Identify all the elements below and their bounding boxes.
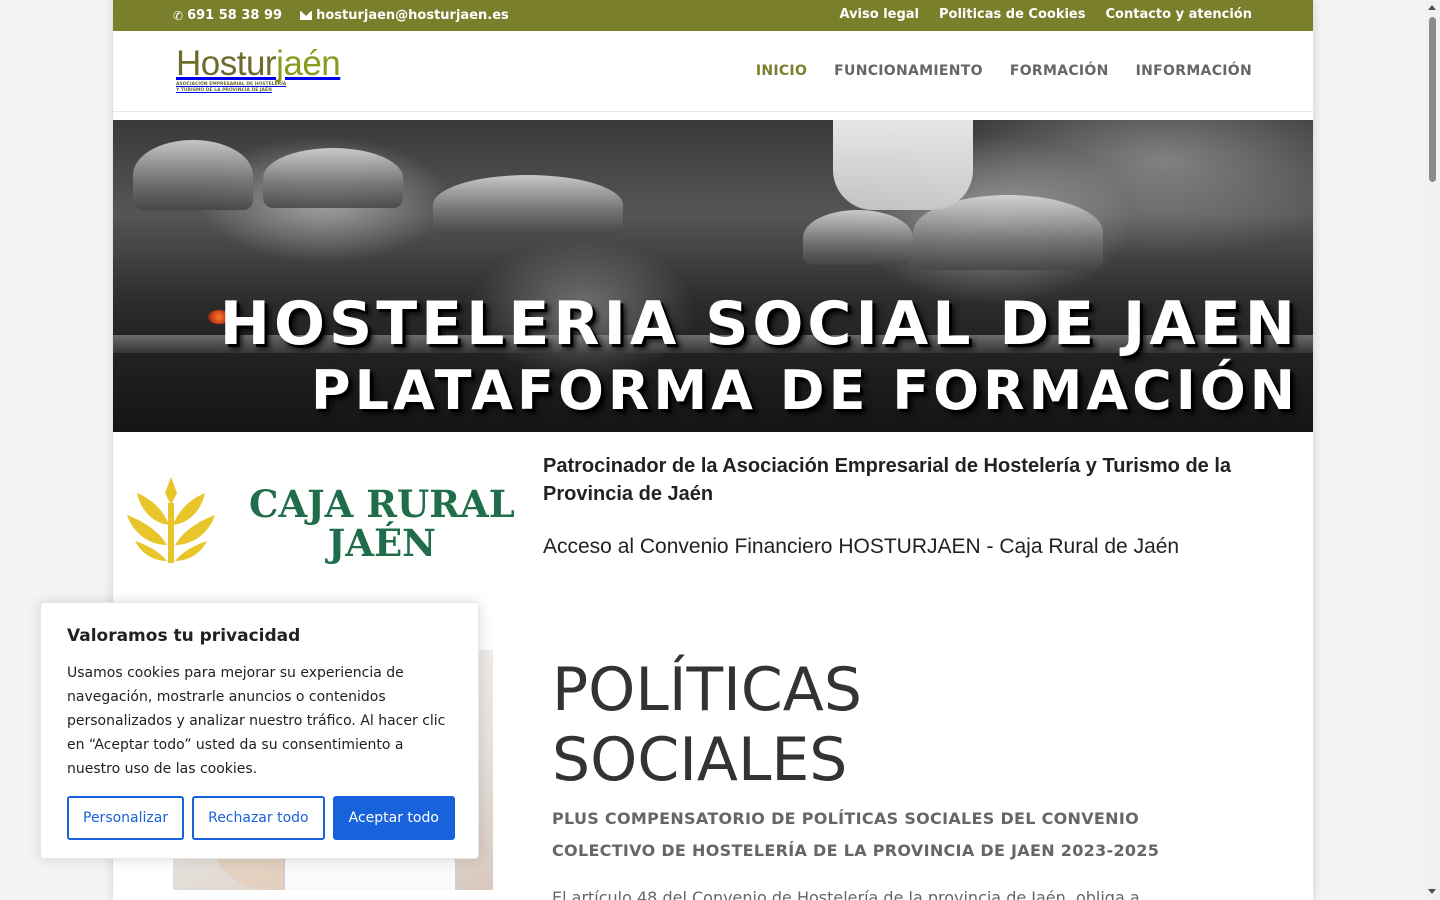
customize-button[interactable]: Personalizar: [67, 796, 185, 840]
email-address: hosturjaen@hosturjaen.es: [316, 8, 509, 23]
scroll-thumb[interactable]: [1429, 17, 1436, 182]
sponsor-name: CAJA RURAL JAÉN: [249, 482, 515, 565]
hero-title-line2: PLATAFORMA DE FORMACIÓN: [311, 359, 1299, 422]
hero-title-line1: HOSTELERIA SOCIAL DE JAEN: [219, 289, 1299, 359]
nav-item-inicio[interactable]: INICIO: [756, 63, 807, 79]
site-logo[interactable]: Hosturjaén ASOCIACIÓN EMPRESARIAL DE HOS…: [176, 46, 366, 96]
scroll-down-icon[interactable]: [1428, 889, 1436, 894]
intro-paragraph: El artículo 48 del Convenio de Hostelerí…: [552, 888, 1140, 900]
aviso-legal-link[interactable]: Aviso legal: [839, 7, 919, 22]
cookie-description: Usamos cookies para mejorar su experienc…: [67, 665, 446, 777]
email-link[interactable]: hosturjaen@hosturjaen.es: [300, 8, 509, 23]
sponsor-description: Patrocinador de la Asociación Empresaria…: [543, 455, 1232, 505]
logo-tagline: ASOCIACIÓN EMPRESARIAL DE HOSTELERÍA Y T…: [176, 82, 287, 93]
pot-image: [913, 195, 1103, 270]
top-bar: ✆ 691 58 38 99 hosturjaen@hosturjaen.es …: [113, 0, 1313, 31]
envelope-icon: [300, 11, 313, 20]
pot-image: [133, 140, 253, 210]
phone-link[interactable]: ✆ 691 58 38 99: [173, 8, 282, 23]
contact-link[interactable]: Contacto y atención: [1106, 7, 1253, 22]
chef-figure: [833, 120, 973, 210]
pot-image: [433, 175, 623, 235]
wheat-icon: [127, 477, 215, 563]
sponsor-banner[interactable]: CAJA RURAL JAÉN Patrocinador de la Asoci…: [113, 440, 1313, 580]
nav-item-funcionamiento[interactable]: FUNCIONAMIENTO: [834, 63, 983, 79]
hero-banner: HOSTELERIA SOCIAL DE JAEN PLATAFORMA DE …: [113, 120, 1313, 432]
phone-number: 691 58 38 99: [187, 8, 283, 23]
reject-all-button[interactable]: Rechazar todo: [192, 796, 325, 840]
nav-item-formacion[interactable]: FORMACIÓN: [1010, 63, 1109, 79]
phone-icon: ✆: [173, 8, 184, 23]
cookie-title: Valoramos tu privacidad: [67, 626, 301, 646]
main-nav: INICIO FUNCIONAMIENTO FORMACIÓN INFORMAC…: [756, 63, 1252, 79]
scroll-up-icon[interactable]: [1428, 5, 1436, 10]
vertical-scrollbar[interactable]: [1425, 0, 1440, 900]
logo-wordmark: Hosturjaén: [176, 44, 341, 83]
page-subtitle: PLUS COMPENSATORIO DE POLÍTICAS SOCIALES…: [552, 809, 1160, 860]
pot-image: [803, 210, 913, 265]
sponsor-agreement-text: Acceso al Convenio Financiero HOSTURJAEN…: [543, 535, 1180, 558]
site-header: Hosturjaén ASOCIACIÓN EMPRESARIAL DE HOS…: [113, 31, 1313, 112]
nav-item-informacion[interactable]: INFORMACIÓN: [1136, 63, 1252, 79]
cookie-consent-dialog: Valoramos tu privacidad Usamos cookies p…: [40, 602, 479, 859]
pot-image: [263, 148, 403, 208]
cookies-policy-link[interactable]: Politicas de Cookies: [939, 7, 1086, 22]
accept-all-button[interactable]: Aceptar todo: [332, 796, 455, 840]
page-title: POLÍTICAS SOCIALES: [552, 655, 862, 795]
